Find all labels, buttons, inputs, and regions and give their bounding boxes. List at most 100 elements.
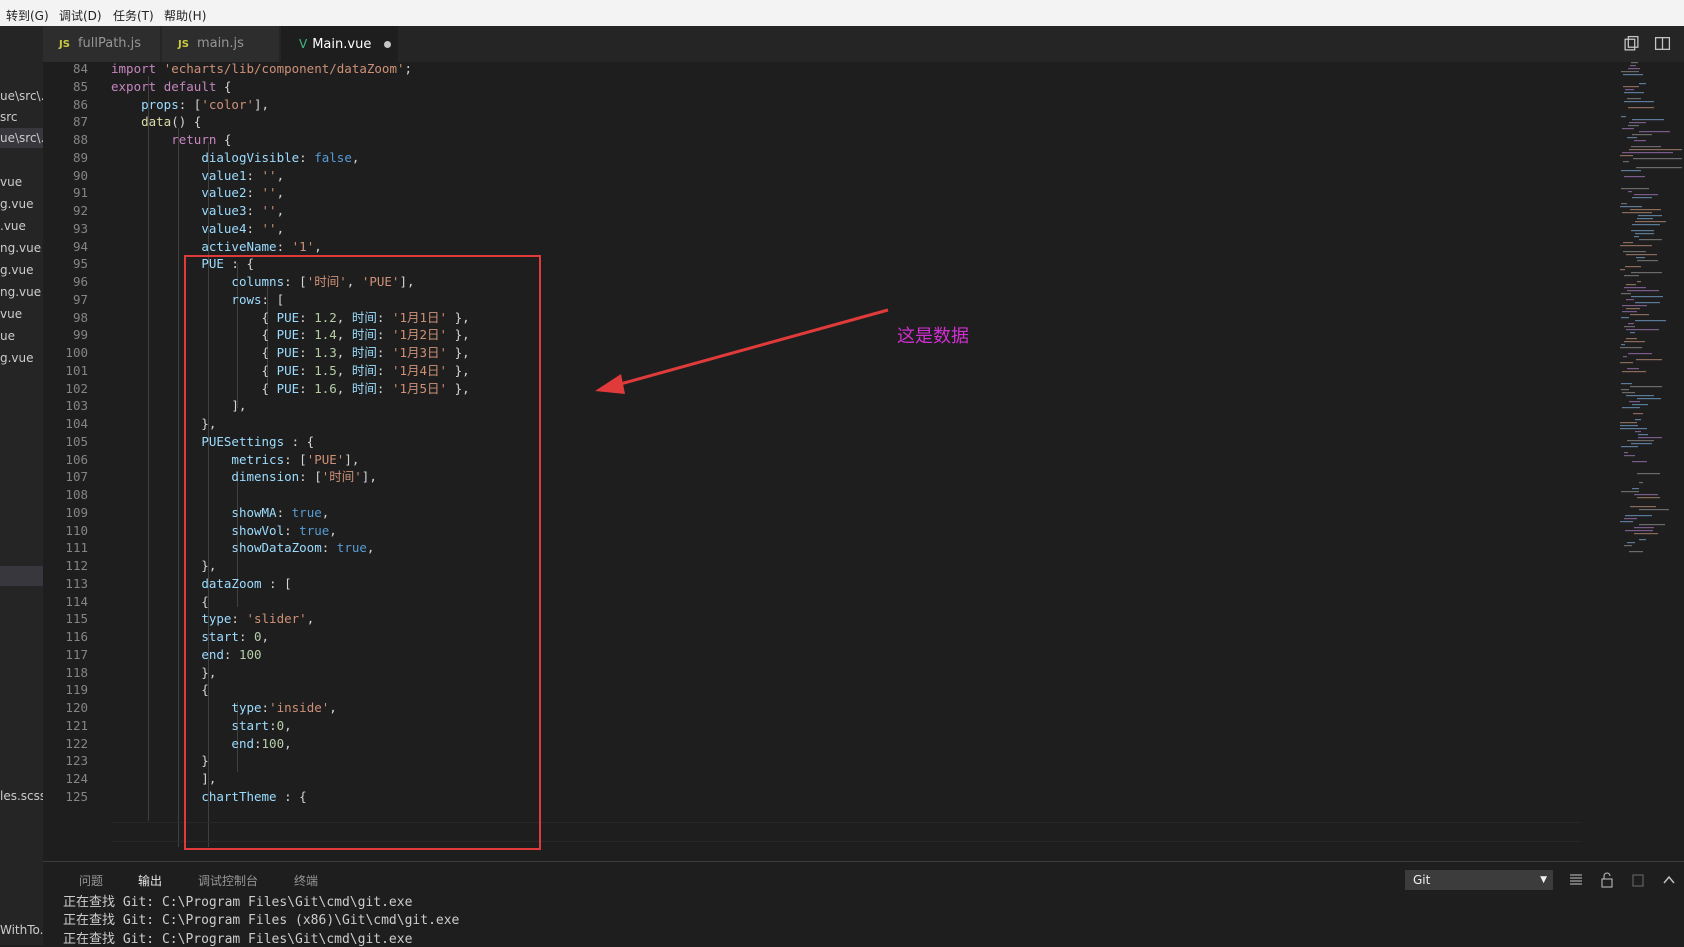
line-number: 89 [72,149,88,165]
highlight-box [184,255,541,850]
line-number: 108 [65,487,88,502]
tab-label: fullPath.js [77,36,142,51]
code-line[interactable]: 85 export default { [43,77,1583,96]
line-number: 93 [72,220,88,236]
code-line[interactable]: 92 value3: '', [43,201,1583,220]
annotation-arrow-icon [595,308,889,394]
line-number: 100 [65,345,88,360]
line-number: 94 [72,238,88,254]
menu-debug[interactable]: 调试(D) [59,7,102,24]
code-line[interactable]: 88 return { [43,130,1583,149]
line-number: 117 [65,646,88,662]
line-code: export default { [111,78,232,94]
sidebar-item[interactable]: ue\src\... [0,86,43,106]
output-line: 正在查找 Git: C:\Program Files\Git\cmd\git.e… [63,932,413,947]
line-number: 102 [65,380,88,396]
line-number: 84 [72,62,88,76]
line-code: data() { [141,114,202,130]
minimap[interactable] [1618,62,1684,861]
menu-tasks[interactable]: 任务(T) [113,7,154,24]
sidebar-item[interactable]: g.vue [0,348,43,368]
code-line[interactable]: 93 value4: '', [43,219,1583,238]
line-number: 106 [65,451,88,467]
sidebar-item[interactable]: g.vue [0,260,43,280]
tab-label: Main.vue [312,37,372,52]
sidebar-item[interactable]: .vue [0,216,43,236]
sidebar-item[interactable]: ng.vue [0,282,43,302]
sidebar-item[interactable]: ue\src\... [0,128,43,148]
line-number: 98 [72,309,88,325]
tab-debug-console[interactable]: 调试控制台 [198,872,258,889]
line-number: 105 [65,433,88,449]
menu-bar: 转到(G) 调试(D) 任务(T) 帮助(H) [0,0,1684,27]
code-editor[interactable]: 84 import 'echarts/lib/component/dataZoom… [43,62,1684,861]
tab-fullpath-js[interactable]: JS fullPath.js [43,26,161,62]
line-number: 86 [72,96,88,112]
sidebar-item[interactable]: ue [0,326,43,346]
code-line[interactable]: 89 dialogVisible: false, [43,148,1583,167]
sidebar-selection [0,566,43,586]
chevron-down-icon: ▼ [1540,875,1547,885]
sidebar-item[interactable]: vue [0,304,43,324]
line-code: value4: '', [201,220,285,236]
line-number: 103 [65,398,88,414]
line-number: 101 [65,362,88,378]
clear-output-icon[interactable] [1568,872,1584,888]
bottom-panel: 问题 输出 调试控制台 终端 Git ▼ 正在查找 Git: C:\Progra… [43,861,1684,947]
lock-icon[interactable] [1599,872,1615,888]
line-code: value3: '', [201,203,285,218]
copy-icon[interactable] [1630,872,1646,888]
sidebar-item[interactable]: WithTo... [0,920,43,940]
tab-problems[interactable]: 问题 [79,872,103,889]
line-number: 125 [65,788,88,804]
code-line[interactable]: 84 import 'echarts/lib/component/dataZoom… [43,62,1583,78]
line-number: 119 [65,682,88,698]
sidebar-item[interactable]: src [0,107,43,127]
tab-terminal[interactable]: 终端 [294,872,318,889]
line-code: value2: '', [201,185,285,201]
line-number: 122 [65,735,88,751]
line-number: 91 [72,185,88,201]
line-code: dialogVisible: false, [201,149,360,165]
split-editor-icon[interactable] [1654,35,1671,52]
tab-main-vue[interactable]: V Main.vue [281,26,399,62]
line-number: 85 [72,78,88,94]
line-number: 118 [65,664,88,680]
js-file-icon: JS [59,39,70,50]
code-line[interactable]: 87 data() { [43,112,1583,131]
line-code: value1: '', [201,167,285,183]
line-number: 99 [72,327,88,343]
explorer-sidebar: ue\src\... src ue\src\... vue g.vue .vue… [0,26,43,945]
sidebar-item[interactable]: vue [0,172,43,192]
line-number: 111 [65,540,88,556]
output-line: 正在查找 Git: C:\Program Files\Git\cmd\git.e… [63,895,413,910]
code-line[interactable]: 94 activeName: '1', [43,237,1583,256]
output-channel-select[interactable]: Git ▼ [1405,870,1553,890]
line-number: 120 [65,700,88,715]
tab-output[interactable]: 输出 [138,872,162,889]
tab-label: main.js [196,36,244,51]
line-code: return { [171,132,232,147]
chevron-up-icon[interactable] [1661,872,1677,888]
output-line: 正在查找 Git: C:\Program Files (x86)\Git\cmd… [63,913,460,928]
line-number: 124 [65,771,88,786]
line-number: 116 [65,629,88,644]
menu-goto[interactable]: 转到(G) [6,7,49,24]
unsaved-dot-icon[interactable] [384,41,391,48]
open-changes-icon[interactable] [1623,35,1640,52]
menu-help[interactable]: 帮助(H) [164,7,206,24]
code-line[interactable]: 86 props: ['color'], [43,95,1583,114]
line-number: 87 [72,114,88,130]
code-line[interactable]: 90 value1: '', [43,166,1583,185]
tab-main-js[interactable]: JS main.js [162,26,280,62]
line-number: 96 [72,274,88,289]
sidebar-item[interactable]: g.vue [0,194,43,214]
line-number: 121 [65,717,88,733]
sidebar-item[interactable]: ng.vue [0,238,43,258]
line-number: 109 [65,504,88,520]
line-code: activeName: '1', [201,238,322,254]
code-line[interactable]: 91 value2: '', [43,183,1583,202]
sidebar-item[interactable]: les.scss [0,786,43,806]
line-number: 110 [65,522,88,538]
editor-tab-bar: JS fullPath.js JS main.js V Main.vue [43,26,1684,62]
